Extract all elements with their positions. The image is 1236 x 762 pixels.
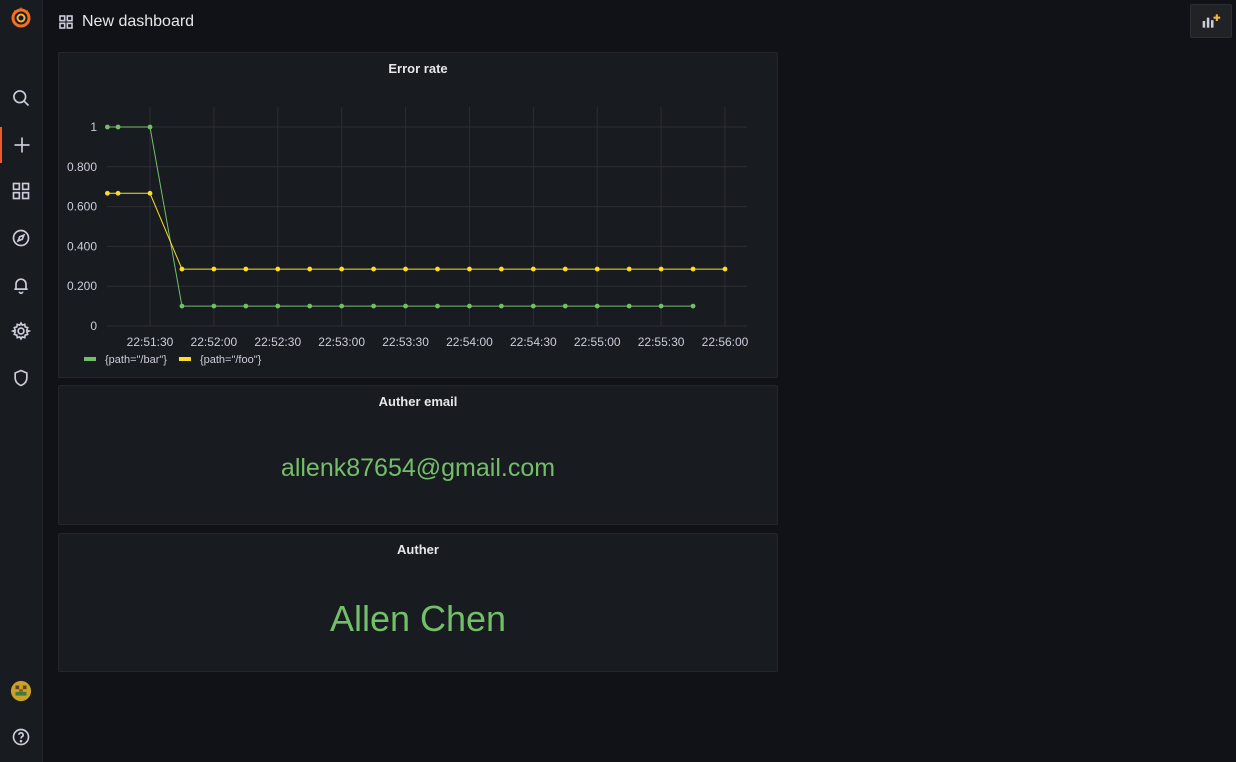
gear-icon[interactable] — [0, 313, 42, 349]
x-tick-label: 22:53:30 — [382, 335, 429, 349]
data-point — [690, 266, 696, 272]
panel-title: Auther email — [378, 394, 458, 409]
legend-swatch — [178, 357, 191, 361]
data-point — [626, 266, 632, 272]
data-point — [626, 303, 632, 309]
data-point — [275, 266, 281, 272]
data-point — [147, 124, 153, 130]
data-point — [147, 190, 153, 196]
legend-swatch — [84, 357, 96, 361]
x-tick-label: 22:52:00 — [191, 335, 238, 349]
data-point — [722, 266, 728, 272]
error-rate-chart[interactable]: 1 0.800 0.600 0.400 0.200 0 22:51:30 22:52:00 2… — [59, 53, 777, 377]
sidebar — [0, 0, 43, 762]
help-icon[interactable] — [0, 719, 42, 755]
y-tick-label: 1 — [90, 120, 97, 134]
data-point — [243, 303, 249, 309]
explore-icon[interactable] — [0, 220, 42, 256]
add-panel-button[interactable] — [1190, 4, 1232, 38]
email-value: allenk87654@gmail.com — [280, 454, 556, 482]
auther-panel[interactable]: Auther Allen Chen — [58, 533, 778, 672]
y-tick-label: 0.400 — [67, 239, 97, 253]
x-tick-label: 22:52:30 — [254, 335, 301, 349]
shield-icon[interactable] — [0, 360, 42, 396]
legend-item[interactable]: {path="/foo"} — [200, 354, 262, 366]
series-line — [107, 126, 694, 307]
data-point — [115, 190, 121, 196]
dashboard-header: New dashboard — [58, 8, 194, 36]
data-point — [179, 303, 185, 309]
data-point — [530, 303, 536, 309]
data-point — [658, 303, 664, 309]
author-value: Allen Chen — [329, 598, 507, 639]
data-point — [371, 303, 377, 309]
data-point — [690, 303, 696, 309]
data-point — [435, 266, 440, 272]
data-point — [339, 303, 345, 309]
legend-item[interactable]: {path="/bar"} — [105, 354, 167, 366]
data-point — [467, 303, 472, 309]
data-point — [371, 266, 377, 272]
data-point — [211, 266, 217, 272]
data-point — [115, 124, 121, 130]
x-tick-label: 22:55:30 — [638, 335, 685, 349]
data-point — [339, 266, 345, 272]
auther-email-panel[interactable]: Auther email allenk87654@gmail.com — [58, 385, 778, 525]
grafana-logo-icon[interactable] — [0, 0, 42, 34]
error-rate-panel[interactable]: Error rate 1 0.800 0.600 0.400 0.200 0 22:51:… — [58, 52, 778, 378]
data-point — [105, 190, 110, 196]
data-point — [562, 303, 568, 309]
data-point — [211, 303, 217, 309]
data-point — [307, 266, 313, 272]
data-point — [562, 266, 568, 272]
y-tick-label: 0 — [90, 319, 97, 333]
x-tick-label: 22:54:00 — [446, 335, 493, 349]
add-panel-icon — [1202, 14, 1221, 28]
panel-title: Auther — [397, 542, 439, 557]
x-tick-label: 22:51:30 — [127, 335, 174, 349]
x-tick-label: 22:54:30 — [510, 335, 557, 349]
dashboards-icon — [58, 14, 74, 30]
data-point — [307, 303, 313, 309]
dashboard-title[interactable]: New dashboard — [82, 13, 194, 31]
data-point — [435, 303, 440, 309]
x-tick-label: 22:53:00 — [318, 335, 365, 349]
data-point — [275, 303, 281, 309]
y-tick-label: 0.200 — [67, 279, 97, 293]
data-point — [467, 266, 472, 272]
data-point — [498, 303, 504, 309]
avatar[interactable] — [0, 673, 42, 709]
bell-icon[interactable] — [0, 267, 42, 303]
x-tick-label: 22:55:00 — [574, 335, 621, 349]
y-tick-label: 0.600 — [67, 200, 97, 214]
data-point — [105, 124, 110, 130]
data-point — [403, 303, 408, 309]
y-tick-label: 0.800 — [67, 160, 97, 174]
data-point — [498, 266, 504, 272]
search-icon[interactable] — [0, 80, 42, 116]
data-point — [594, 303, 600, 309]
dashboards-icon[interactable] — [0, 173, 42, 209]
data-point — [658, 266, 664, 272]
data-point — [243, 266, 249, 272]
data-point — [530, 266, 536, 272]
plus-icon[interactable] — [0, 127, 42, 163]
x-tick-label: 22:56:00 — [702, 335, 749, 349]
data-point — [594, 266, 600, 272]
series-line — [107, 192, 725, 270]
data-point — [179, 266, 185, 272]
data-point — [403, 266, 408, 272]
